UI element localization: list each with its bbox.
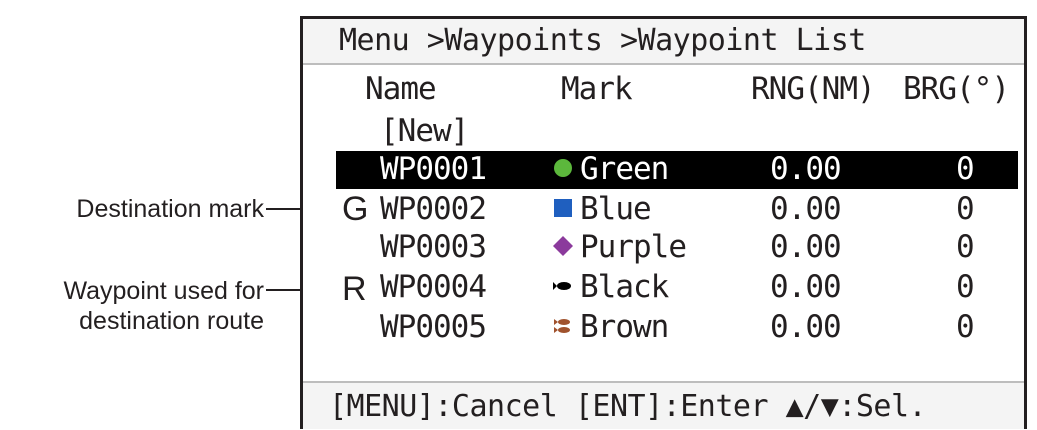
waypoint-list-screen: Menu >Waypoints >Waypoint List Name Mark… xyxy=(300,16,1027,429)
mark-label: Blue xyxy=(580,191,652,227)
table-row[interactable]: WP0003 Purple 0.00 0 xyxy=(336,229,1018,267)
waypoint-mark: Black xyxy=(552,269,669,305)
waypoint-brg: 0 xyxy=(956,229,975,265)
waypoint-used-line2: destination route xyxy=(79,307,264,335)
title-bar: Menu >Waypoints >Waypoint List xyxy=(303,19,1024,65)
waypoint-mark: Brown xyxy=(552,309,669,345)
waypoint-brg: 0 xyxy=(956,151,975,187)
waypoint-rng: 0.00 xyxy=(770,191,842,227)
waypoint-brg: 0 xyxy=(956,191,975,227)
waypoint-mark: Blue xyxy=(552,191,652,227)
destination-mark-callout: Destination mark xyxy=(76,195,264,223)
waypoint-mark: Purple xyxy=(552,229,687,265)
list-item-new[interactable]: [New] xyxy=(336,113,1018,151)
column-name: Name xyxy=(365,71,437,107)
mark-label: Purple xyxy=(580,229,687,265)
waypoint-rng: 0.00 xyxy=(770,269,842,305)
waypoint-name: WP0003 xyxy=(380,229,487,265)
column-header: Name Mark RNG(NM) BRG(°) xyxy=(303,69,1024,111)
waypoint-rng: 0.00 xyxy=(770,309,842,345)
waypoint-name: WP0005 xyxy=(380,309,487,345)
table-row[interactable]: WP0002 Blue 0.00 0 xyxy=(336,191,1018,229)
waypoint-name: WP0002 xyxy=(380,191,487,227)
waypoint-rng: 0.00 xyxy=(770,151,842,187)
column-brg: BRG(°) xyxy=(903,71,1010,107)
waypoint-used-line1: Waypoint used for xyxy=(63,277,264,305)
column-rng: RNG(NM) xyxy=(751,71,876,107)
green-circle-icon xyxy=(554,158,572,177)
mark-label: Brown xyxy=(580,309,669,345)
purple-diamond-icon xyxy=(553,235,573,256)
table-row[interactable]: WP0001 Green 0.00 0 xyxy=(336,151,1018,189)
table-row[interactable]: WP0005 Brown 0.00 0 xyxy=(336,309,1018,347)
waypoint-rng: 0.00 xyxy=(770,229,842,265)
breadcrumb: Menu >Waypoints >Waypoint List xyxy=(339,23,866,58)
table-row[interactable]: WP0004 Black 0.00 0 xyxy=(336,269,1018,307)
waypoint-used-callout: Waypoint used for destination route xyxy=(6,276,264,336)
mark-label: Green xyxy=(580,151,669,187)
new-waypoint-label: [New] xyxy=(380,113,469,149)
waypoint-brg: 0 xyxy=(956,269,975,305)
key-guide-text: [MENU]:Cancel [ENT]:Enter ▲/▼:Sel. xyxy=(329,389,927,424)
waypoint-name: WP0004 xyxy=(380,269,487,305)
mark-label: Black xyxy=(580,269,669,305)
blue-square-icon xyxy=(554,198,572,217)
waypoint-name: WP0001 xyxy=(380,151,487,187)
route-flag-r: R xyxy=(342,270,367,308)
waypoint-brg: 0 xyxy=(956,309,975,345)
destination-flag-g: G xyxy=(342,190,369,228)
waypoint-mark: Green xyxy=(552,151,669,187)
brown-fish-icon xyxy=(554,318,570,333)
key-guide-bar: [MENU]:Cancel [ENT]:Enter ▲/▼:Sel. xyxy=(303,381,1024,429)
black-fish-icon xyxy=(553,281,571,290)
column-mark: Mark xyxy=(561,71,633,107)
